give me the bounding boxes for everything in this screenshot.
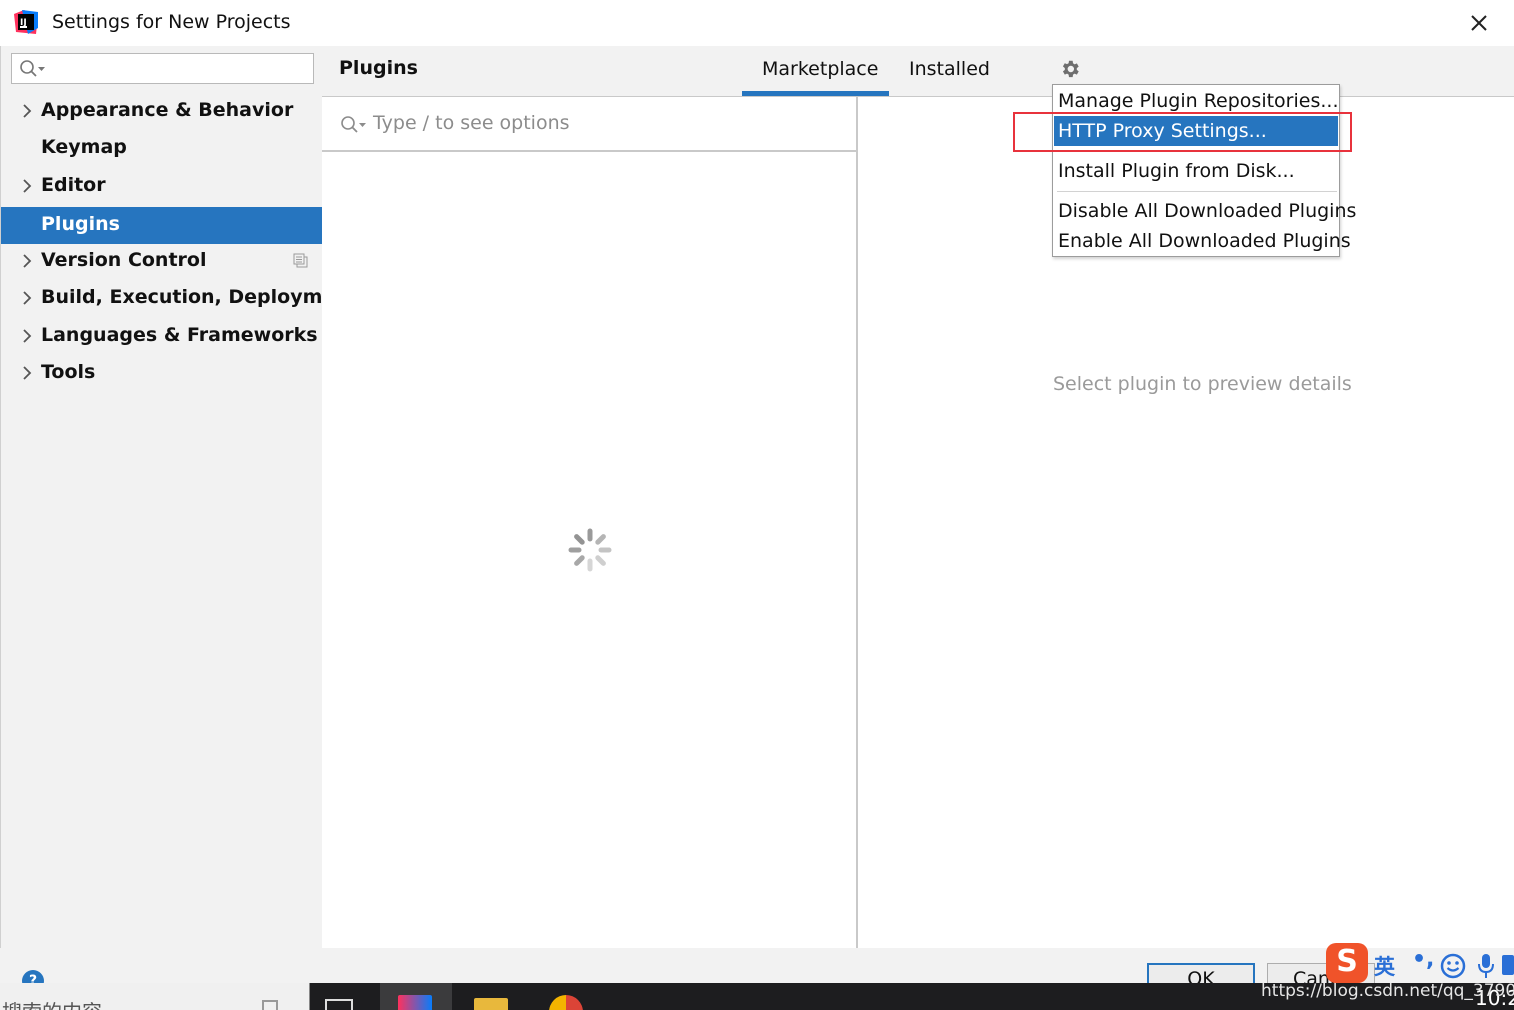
chevron-right-icon xyxy=(23,254,32,268)
sidebar-search-input[interactable] xyxy=(11,53,314,84)
search-icon xyxy=(20,60,45,77)
task-view-icon[interactable] xyxy=(325,999,353,1010)
ime-punctuation-toggle[interactable]: •, xyxy=(1412,947,1434,972)
chevron-right-icon xyxy=(23,366,32,380)
dialog-button-bar: ? OK Canc xyxy=(0,948,1514,995)
intellij-app-icon: IJ xyxy=(14,10,38,34)
menu-separator xyxy=(1057,191,1337,192)
sidebar-item-version-control[interactable]: Version Control xyxy=(1,243,323,280)
gear-icon[interactable] xyxy=(1059,58,1081,80)
emoji-icon[interactable] xyxy=(1440,953,1466,979)
plugin-search-placeholder: Type / to see options xyxy=(373,112,570,134)
ime-toolbar: S 英 •, xyxy=(1322,943,1514,985)
close-icon[interactable] xyxy=(1462,6,1496,40)
menu-item-manage-plugin-repositories[interactable]: Manage Plugin Repositories... xyxy=(1054,86,1338,116)
chevron-right-icon xyxy=(23,104,32,118)
chrome-icon[interactable] xyxy=(549,995,583,1010)
ime-language-toggle[interactable]: 英 xyxy=(1374,951,1395,981)
chevron-right-icon xyxy=(23,291,32,305)
sidebar-item-label: Appearance & Behavior xyxy=(41,99,294,121)
sidebar-item-label: Editor xyxy=(41,174,106,196)
title-bar: IJ Settings for New Projects xyxy=(0,0,1514,46)
menu-item-disable-all-downloaded-plugins[interactable]: Disable All Downloaded Plugins xyxy=(1054,196,1356,226)
sidebar-item-label: Languages & Frameworks xyxy=(41,324,318,346)
sidebar-item-label: Version Control xyxy=(41,249,207,271)
ime-menu-icon[interactable] xyxy=(1502,953,1514,977)
chevron-right-icon xyxy=(23,179,32,193)
sidebar-item-editor[interactable]: Editor xyxy=(1,168,323,205)
cortana-icon[interactable] xyxy=(262,1000,278,1010)
window-title: Settings for New Projects xyxy=(52,11,291,33)
gear-dropdown-menu: Manage Plugin Repositories... HTTP Proxy… xyxy=(1052,84,1356,257)
settings-sidebar: Appearance & Behavior Keymap Editor Plug… xyxy=(0,46,358,948)
sogou-ime-logo[interactable]: S xyxy=(1326,943,1368,983)
chevron-right-icon xyxy=(23,329,32,343)
sidebar-item-appearance-behavior[interactable]: Appearance & Behavior xyxy=(1,93,323,130)
tab-marketplace[interactable]: Marketplace xyxy=(762,58,878,80)
sidebar-item-build-execution-deployment[interactable]: Build, Execution, Deployment xyxy=(1,280,358,317)
sidebar-item-tools[interactable]: Tools xyxy=(1,355,323,392)
watermark-text: https://blog.csdn.net/qq_37909508 xyxy=(1261,981,1514,1001)
plugin-list-pane: Type / to see options xyxy=(322,97,858,948)
search-icon xyxy=(341,116,366,133)
menu-item-install-plugin-from-disk[interactable]: Install Plugin from Disk... xyxy=(1054,156,1338,186)
sidebar-item-label: Plugins xyxy=(41,213,120,235)
sidebar-item-label: Build, Execution, Deployment xyxy=(41,286,358,308)
menu-item-http-proxy-settings[interactable]: HTTP Proxy Settings... xyxy=(1054,116,1338,146)
empty-detail-message: Select plugin to preview details xyxy=(1053,373,1352,395)
sidebar-item-plugins[interactable]: Plugins xyxy=(1,207,323,244)
active-tab-indicator xyxy=(742,91,889,96)
menu-item-enable-all-downloaded-plugins[interactable]: Enable All Downloaded Plugins xyxy=(1054,226,1351,256)
tab-installed[interactable]: Installed xyxy=(909,58,990,80)
sidebar-item-label: Keymap xyxy=(41,136,127,158)
menu-separator xyxy=(1057,150,1337,151)
copy-settings-icon xyxy=(293,253,308,268)
sidebar-item-languages-frameworks[interactable]: Languages & Frameworks xyxy=(1,318,323,355)
loading-spinner-icon xyxy=(568,528,612,572)
microphone-icon[interactable] xyxy=(1476,952,1496,980)
sidebar-item-keymap[interactable]: Keymap xyxy=(1,130,323,167)
plugin-search-input[interactable]: Type / to see options xyxy=(322,97,856,152)
intellij-taskbar-icon xyxy=(398,995,432,1010)
sidebar-item-label: Tools xyxy=(41,361,96,383)
file-explorer-icon[interactable] xyxy=(474,998,508,1010)
page-title: Plugins xyxy=(339,57,418,79)
taskbar-search-text: 搜索的内容 xyxy=(2,996,102,1010)
